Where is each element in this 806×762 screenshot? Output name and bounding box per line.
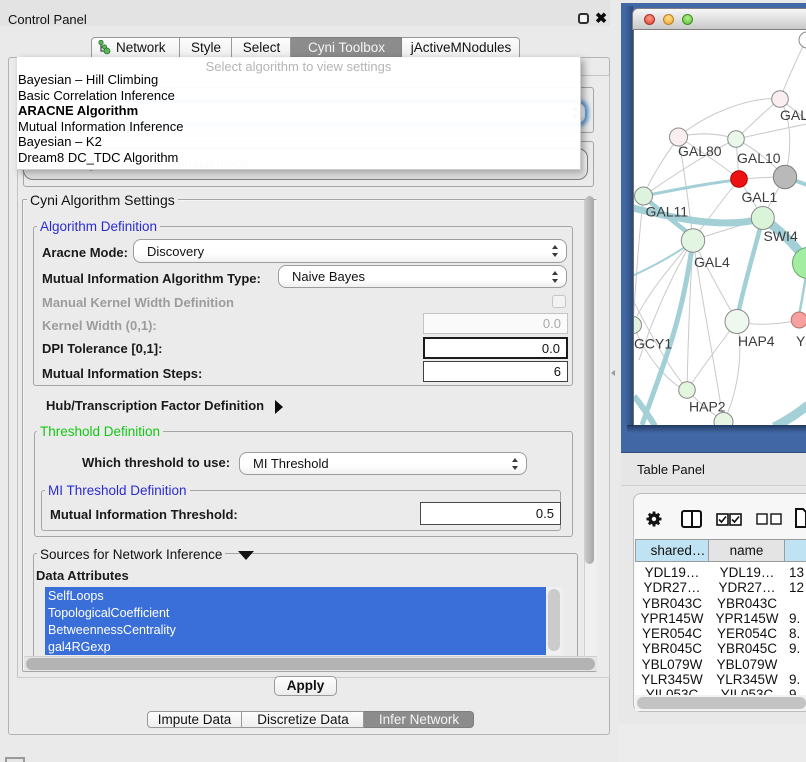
svg-text:HAP2: HAP2 — [689, 399, 726, 415]
svg-text:GAL1: GAL1 — [742, 189, 778, 205]
svg-text:GAL11: GAL11 — [646, 204, 689, 220]
svg-text:GAL10: GAL10 — [737, 150, 781, 166]
svg-text:GAL4: GAL4 — [694, 254, 730, 270]
svg-text:GCY1: GCY1 — [634, 336, 672, 352]
svg-text:SWI4: SWI4 — [764, 228, 798, 244]
svg-text:GAL80: GAL80 — [678, 143, 722, 159]
svg-text:YJ: YJ — [796, 333, 806, 349]
svg-text:GAL2: GAL2 — [780, 107, 806, 123]
svg-text:HAP4: HAP4 — [738, 333, 775, 349]
